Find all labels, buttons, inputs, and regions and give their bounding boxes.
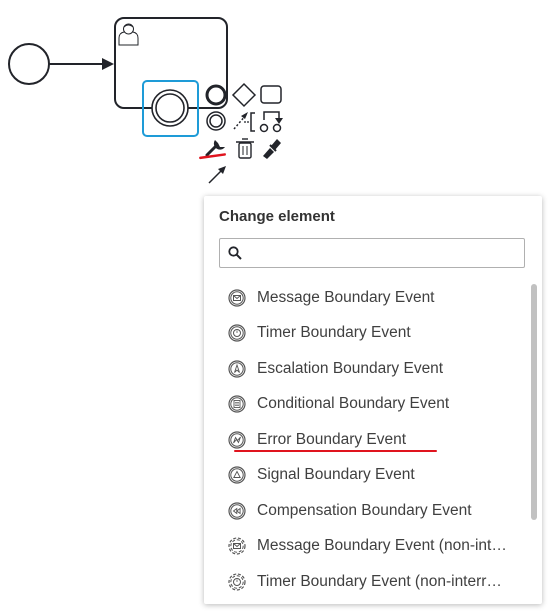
scrollbar[interactable] <box>531 284 537 604</box>
popup-entry-label: Message Boundary Event <box>257 288 435 306</box>
sequence-flow-arrowhead <box>102 58 114 70</box>
connect-icon[interactable] <box>233 112 248 130</box>
popup-entry[interactable]: Timer Boundary Event (non-interr… <box>204 564 524 600</box>
highlight-underline-error <box>234 450 437 452</box>
timer-icon <box>228 324 246 342</box>
trash-icon[interactable] <box>236 138 254 159</box>
popup-entry[interactable]: Timer Boundary Event <box>204 316 524 352</box>
gateway-icon[interactable] <box>231 82 257 108</box>
popup-entry-label: Signal Boundary Event <box>257 466 415 484</box>
popup-entry-label: Escalation Boundary Event <box>257 359 444 377</box>
popup-entry-label: Error Boundary Event <box>257 430 407 448</box>
arrow-connect-icon[interactable] <box>208 166 226 184</box>
escalation-icon <box>228 360 246 378</box>
error-icon <box>228 431 246 449</box>
popup-entry-label: Message Boundary Event (non-int… <box>257 537 507 555</box>
signal-icon <box>228 466 246 484</box>
message-noninterrupting-icon <box>228 537 246 555</box>
popup-entry-label: Timer Boundary Event <box>257 324 411 342</box>
end-event-icon[interactable] <box>206 111 226 131</box>
entry-list: Message Boundary Event Timer Boundary Eve… <box>204 280 524 600</box>
popup-title: Change element <box>219 208 335 225</box>
task-icon[interactable] <box>260 85 282 104</box>
compensation-icon <box>228 502 246 520</box>
popup-entry[interactable]: Compensation Boundary Event <box>204 493 524 529</box>
popup-entry[interactable]: Message Boundary Event (non-int… <box>204 529 524 565</box>
change-element-popup: Change element Message Boundary Event Tim… <box>204 196 542 604</box>
popup-entry[interactable]: Error Boundary Event <box>204 422 524 458</box>
conditional-icon <box>228 395 246 413</box>
color-picker-icon[interactable] <box>263 139 281 159</box>
search-input[interactable] <box>250 242 520 266</box>
highlight-underline <box>199 153 226 160</box>
popup-entry-label: Conditional Boundary Event <box>257 395 450 413</box>
message-icon <box>228 289 246 307</box>
wrench-icon[interactable] <box>205 140 225 157</box>
popup-entry[interactable]: Escalation Boundary Event <box>204 351 524 387</box>
popup-entry-label: Timer Boundary Event (non-interr… <box>257 572 502 590</box>
scrollbar-thumb[interactable] <box>531 284 537 520</box>
popup-entry[interactable]: Message Boundary Event <box>204 280 524 316</box>
start-event[interactable] <box>8 43 50 85</box>
search-icon <box>228 246 242 260</box>
search-input-container[interactable] <box>219 238 525 268</box>
popup-entry[interactable]: Conditional Boundary Event <box>204 387 524 423</box>
popup-entry[interactable]: Signal Boundary Event <box>204 458 524 494</box>
append-icon[interactable] <box>259 111 284 133</box>
timer-noninterrupting-icon <box>228 573 246 591</box>
boundary-event[interactable] <box>151 89 189 127</box>
popup-entry-label: Compensation Boundary Event <box>257 501 472 519</box>
